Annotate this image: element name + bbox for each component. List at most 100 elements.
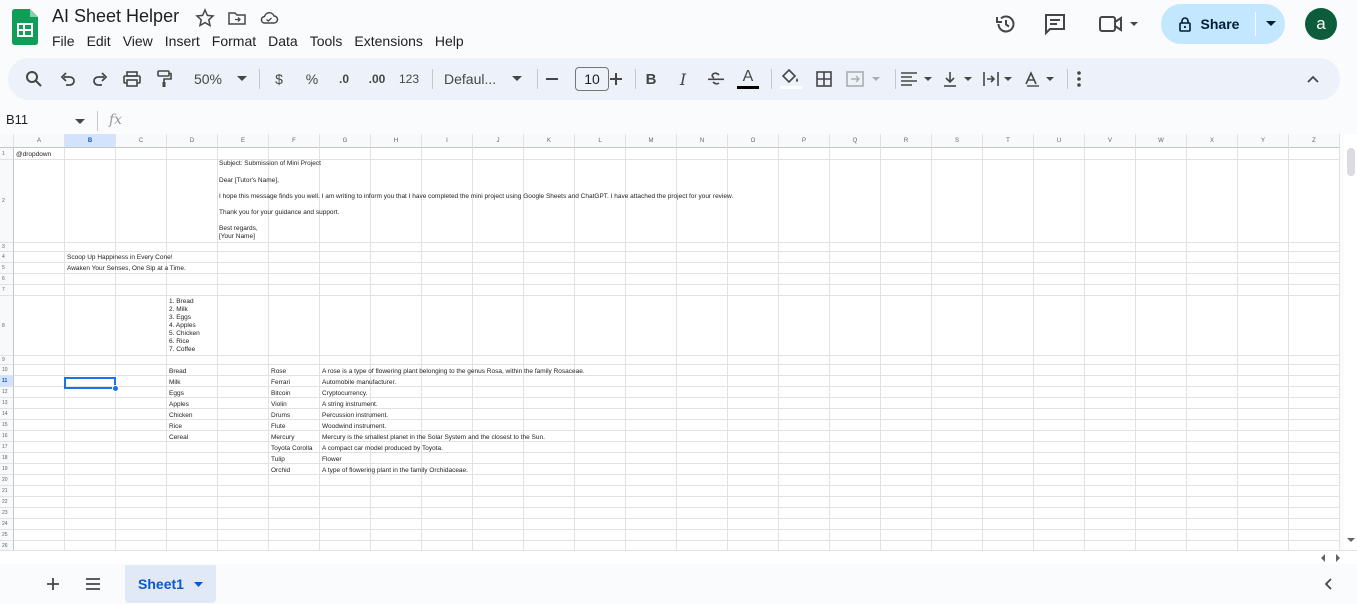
menu-view[interactable]: View: [117, 31, 159, 51]
row-header-16[interactable]: 16: [0, 431, 14, 442]
column-header-n[interactable]: N: [677, 134, 728, 148]
scroll-left-icon[interactable]: [1320, 554, 1325, 562]
vertical-align-icon[interactable]: [942, 58, 978, 100]
decrease-font-size-icon[interactable]: [546, 58, 558, 100]
cell-g14[interactable]: Percussion instrument.: [322, 412, 388, 420]
column-header-x[interactable]: X: [1187, 134, 1238, 148]
name-box-caret-icon[interactable]: [75, 119, 85, 125]
selected-cell-b11[interactable]: [64, 377, 116, 389]
formula-input[interactable]: [130, 110, 1330, 132]
increase-font-size-icon[interactable]: [609, 58, 623, 100]
row-header-3[interactable]: 3: [0, 243, 14, 252]
cell-a1[interactable]: @dropdown: [16, 151, 51, 159]
bold-button[interactable]: B: [644, 58, 658, 100]
row-header-6[interactable]: 6: [0, 274, 14, 285]
cell-f10[interactable]: Rose: [271, 368, 286, 376]
spreadsheet-grid[interactable]: A B C D E F G H I J K L M N O P Q R S T U V W X Y Z 1 2 3 4 5 6 7 8 9 10 11 1…: [0, 134, 1340, 550]
column-header-e[interactable]: E: [218, 134, 269, 148]
cell-g10[interactable]: A rose is a type of flowering plant belo…: [322, 368, 585, 376]
column-header-a[interactable]: A: [14, 134, 65, 148]
move-folder-icon[interactable]: [227, 8, 247, 28]
horizontal-scrollbar[interactable]: [0, 550, 1357, 564]
scroll-right-icon[interactable]: [1336, 554, 1341, 562]
cell-e2-regards[interactable]: Best regards,: [219, 225, 258, 233]
row-header-5[interactable]: 5: [0, 263, 14, 274]
column-header-z[interactable]: Z: [1289, 134, 1340, 148]
cell-g12[interactable]: Cryptocurrency.: [322, 390, 367, 398]
borders-icon[interactable]: [814, 58, 834, 100]
cell-f19[interactable]: Orchid: [271, 467, 290, 475]
cell-d16[interactable]: Cereal: [169, 434, 188, 442]
text-color-button[interactable]: A: [736, 58, 760, 100]
row-header-17[interactable]: 17: [0, 442, 14, 453]
column-header-k[interactable]: K: [524, 134, 575, 148]
column-header-i[interactable]: I: [422, 134, 473, 148]
vertical-scrollbar[interactable]: [1344, 134, 1357, 550]
font-size-input[interactable]: 10: [575, 67, 609, 91]
row-header-8[interactable]: 8: [0, 296, 14, 356]
column-header-t[interactable]: T: [983, 134, 1034, 148]
column-header-y[interactable]: Y: [1238, 134, 1289, 148]
cell-d8-line[interactable]: 5. Chicken: [169, 330, 200, 338]
cell-g17[interactable]: A compact car model produced by Toyota.: [322, 445, 443, 453]
font-caret-icon[interactable]: [511, 58, 523, 100]
cell-e2-dear[interactable]: Dear [Tutor's Name],: [219, 177, 279, 185]
horizontal-align-icon[interactable]: [900, 58, 936, 100]
fill-handle[interactable]: [112, 385, 119, 392]
column-header-c[interactable]: C: [116, 134, 167, 148]
cell-g16[interactable]: Mercury is the smallest planet in the So…: [322, 434, 545, 442]
row-header-21[interactable]: 21: [0, 486, 14, 497]
row-header-22[interactable]: 22: [0, 497, 14, 508]
row-header-23[interactable]: 23: [0, 508, 14, 519]
row-header-1[interactable]: 1: [0, 148, 14, 160]
menu-format[interactable]: Format: [206, 31, 262, 51]
cell-e2-body[interactable]: I hope this message finds you well. I am…: [219, 193, 733, 201]
row-header-19[interactable]: 19: [0, 464, 14, 475]
menu-tools[interactable]: Tools: [304, 31, 349, 51]
fill-color-icon[interactable]: [780, 58, 802, 100]
row-header-20[interactable]: 20: [0, 475, 14, 486]
column-header-r[interactable]: R: [881, 134, 932, 148]
add-sheet-icon[interactable]: [46, 577, 60, 591]
select-all-corner[interactable]: [0, 134, 14, 148]
cell-d8-line[interactable]: 2. Milk: [169, 306, 188, 314]
cell-f14[interactable]: Drums: [271, 412, 290, 420]
cell-d11[interactable]: Milk: [169, 379, 181, 387]
cell-f16[interactable]: Mercury: [271, 434, 294, 442]
row-header-9[interactable]: 9: [0, 356, 14, 365]
cell-b5[interactable]: Awaken Your Senses, One Sip at a Time.: [67, 265, 186, 273]
sheets-logo-icon[interactable]: [12, 9, 38, 45]
column-header-s[interactable]: S: [932, 134, 983, 148]
row-header-25[interactable]: 25: [0, 530, 14, 541]
paint-format-icon[interactable]: [154, 58, 174, 100]
column-header-j[interactable]: J: [473, 134, 524, 148]
redo-icon[interactable]: [90, 58, 110, 100]
font-family-select[interactable]: Defaul...: [444, 58, 508, 100]
sheet-tab-caret-icon[interactable]: [193, 581, 203, 587]
explore-collapse-icon[interactable]: [1324, 578, 1332, 590]
text-rotation-icon[interactable]: [1024, 58, 1060, 100]
percent-format-button[interactable]: %: [304, 58, 320, 100]
decrease-decimal-button[interactable]: .0: [334, 58, 354, 100]
merge-cells-icon[interactable]: [846, 58, 882, 100]
cell-d8-line[interactable]: 3. Eggs: [169, 314, 191, 322]
document-title[interactable]: AI Sheet Helper: [52, 6, 179, 27]
text-wrapping-icon[interactable]: [982, 58, 1018, 100]
row-header-14[interactable]: 14: [0, 409, 14, 420]
menu-edit[interactable]: Edit: [81, 31, 117, 51]
cell-d15[interactable]: Rice: [169, 423, 182, 431]
column-header-b[interactable]: B: [65, 134, 116, 148]
cell-d12[interactable]: Eggs: [169, 390, 184, 398]
column-header-m[interactable]: M: [626, 134, 677, 148]
column-header-v[interactable]: V: [1085, 134, 1136, 148]
column-header-g[interactable]: G: [320, 134, 371, 148]
row-header-2[interactable]: 2: [0, 160, 14, 243]
cell-d14[interactable]: Chicken: [169, 412, 192, 420]
more-formats-button[interactable]: 123: [398, 58, 420, 100]
cell-d13[interactable]: Apples: [169, 401, 189, 409]
cell-e2-thanks[interactable]: Thank you for your guidance and support.: [219, 209, 339, 217]
cell-f11[interactable]: Ferrari: [271, 379, 290, 387]
italic-button[interactable]: I: [676, 58, 690, 100]
zoom-select[interactable]: 50%: [186, 58, 230, 100]
column-header-h[interactable]: H: [371, 134, 422, 148]
